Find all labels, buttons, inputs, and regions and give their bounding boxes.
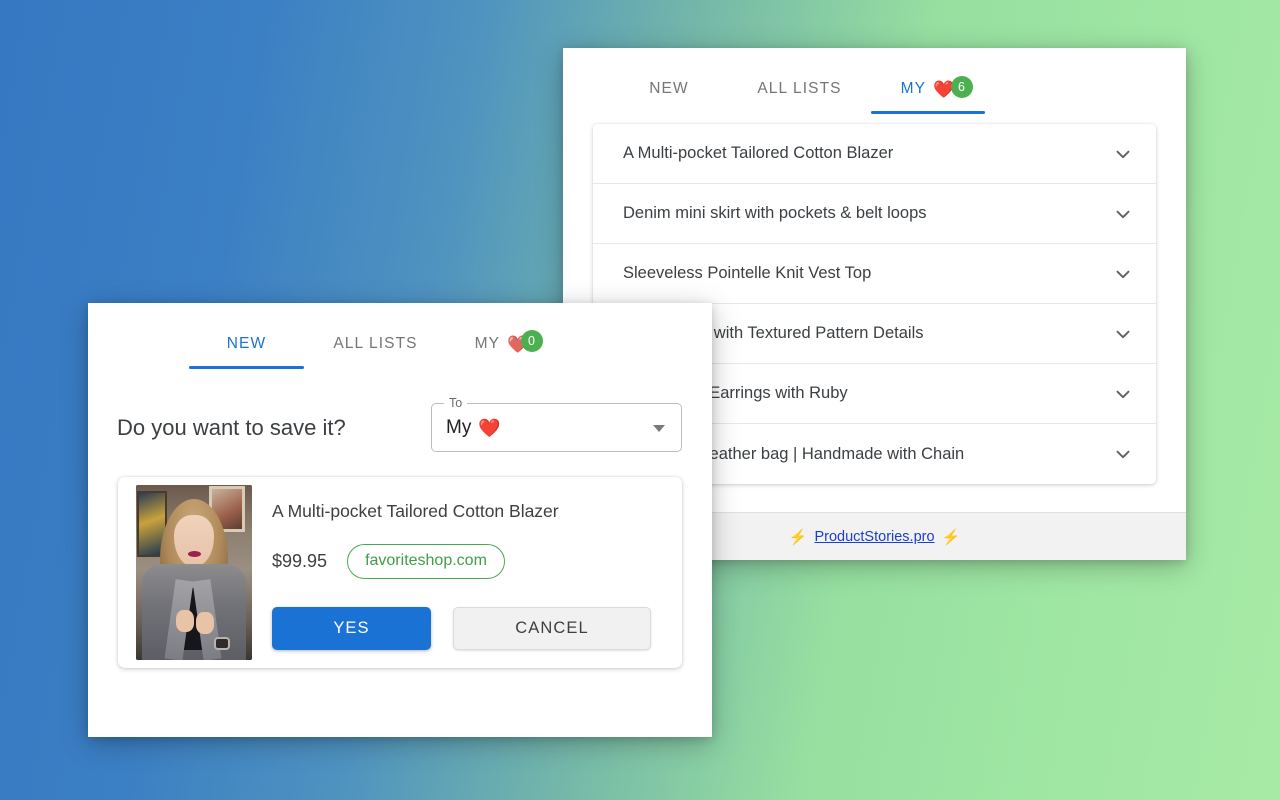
photo-model-lips — [188, 551, 201, 557]
tab-underline — [189, 366, 304, 369]
list-item-title: Denim mini skirt with pockets & belt loo… — [623, 204, 927, 222]
list-item[interactable]: Denim mini skirt with pockets & belt loo… — [593, 184, 1156, 244]
product-details: A Multi-pocket Tailored Cotton Blazer $9… — [252, 477, 682, 668]
tab-my-label: MY — [474, 335, 501, 352]
save-question: Do you want to save it? — [117, 414, 346, 440]
dialog-actions: YES CANCEL — [272, 607, 662, 650]
target-list-select[interactable]: To My ❤️ — [431, 396, 682, 452]
tab-new[interactable]: NEW — [189, 335, 304, 369]
tab-all-lists[interactable]: ALL LISTS — [728, 80, 871, 114]
tab-underline — [304, 366, 447, 369]
list-item[interactable]: A Multi-pocket Tailored Cotton Blazer — [593, 124, 1156, 184]
tab-all-lists[interactable]: ALL LISTS — [304, 335, 447, 369]
tab-my-label: MY — [900, 80, 927, 97]
tab-underline — [728, 111, 871, 114]
tab-my[interactable]: MY ❤️ 0 — [447, 330, 557, 369]
save-item-dialog: NEW ALL LISTS MY ❤️ 0 Do you want to sav… — [88, 303, 712, 737]
tab-new-label: NEW — [649, 80, 689, 97]
chevron-down-icon[interactable] — [1112, 263, 1134, 285]
chevron-down-icon[interactable] — [1112, 383, 1134, 405]
tab-new-label: NEW — [226, 335, 267, 352]
photo-model-watch — [214, 637, 230, 650]
tab-underline — [610, 111, 728, 114]
status-badge: 0 — [521, 330, 543, 352]
chevron-down-icon[interactable] — [1112, 323, 1134, 345]
tab-underline — [447, 366, 557, 369]
tab-all-lists-label: ALL LISTS — [333, 335, 418, 352]
tab-underline — [871, 111, 985, 114]
bolt-icon: ⚡ — [941, 528, 961, 546]
chevron-down-icon[interactable] — [1112, 143, 1134, 165]
product-domain-chip[interactable]: favoriteshop.com — [347, 544, 505, 579]
tab-new[interactable]: NEW — [610, 80, 728, 114]
heart-icon: ❤️ — [478, 417, 501, 438]
caret-down-icon[interactable] — [653, 425, 665, 432]
chevron-down-icon[interactable] — [1112, 443, 1134, 465]
product-price-row: $99.95 favoriteshop.com — [272, 544, 662, 579]
cancel-button[interactable]: CANCEL — [453, 607, 651, 650]
desktop-background: NEW ALL LISTS MY ❤️ 6 A Multi-pocket Tai… — [0, 0, 1280, 800]
list-item-title: Sleeveless Pointelle Knit Vest Top — [623, 264, 872, 282]
back-panel-tabbar: NEW ALL LISTS MY ❤️ 6 — [563, 48, 1186, 114]
tab-my[interactable]: MY ❤️ 6 — [871, 76, 985, 114]
save-prompt-row: Do you want to save it? To My ❤️ — [88, 369, 712, 452]
photo-model-hand-right — [196, 612, 214, 634]
bolt-icon: ⚡ — [788, 528, 808, 546]
thumbnail-photo — [136, 485, 252, 660]
photo-model-hand-left — [176, 610, 194, 632]
target-list-label: To — [444, 396, 468, 410]
target-list-value-text: My — [446, 416, 472, 438]
chevron-down-icon[interactable] — [1112, 203, 1134, 225]
confirm-save-button[interactable]: YES — [272, 607, 431, 650]
status-badge: 6 — [951, 76, 973, 98]
product-price: $99.95 — [272, 551, 328, 571]
tab-all-lists-label: ALL LISTS — [757, 80, 842, 97]
front-dialog-tabbar: NEW ALL LISTS MY ❤️ 0 — [88, 303, 712, 369]
product-preview-card: A Multi-pocket Tailored Cotton Blazer $9… — [118, 477, 682, 668]
list-item-title: A Multi-pocket Tailored Cotton Blazer — [623, 144, 894, 162]
product-title: A Multi-pocket Tailored Cotton Blazer — [272, 501, 559, 521]
brand-link[interactable]: ProductStories.pro — [814, 529, 934, 545]
list-item[interactable]: Sleeveless Pointelle Knit Vest Top — [593, 244, 1156, 304]
target-list-value: My ❤️ — [446, 417, 501, 439]
product-thumbnail — [136, 485, 252, 660]
